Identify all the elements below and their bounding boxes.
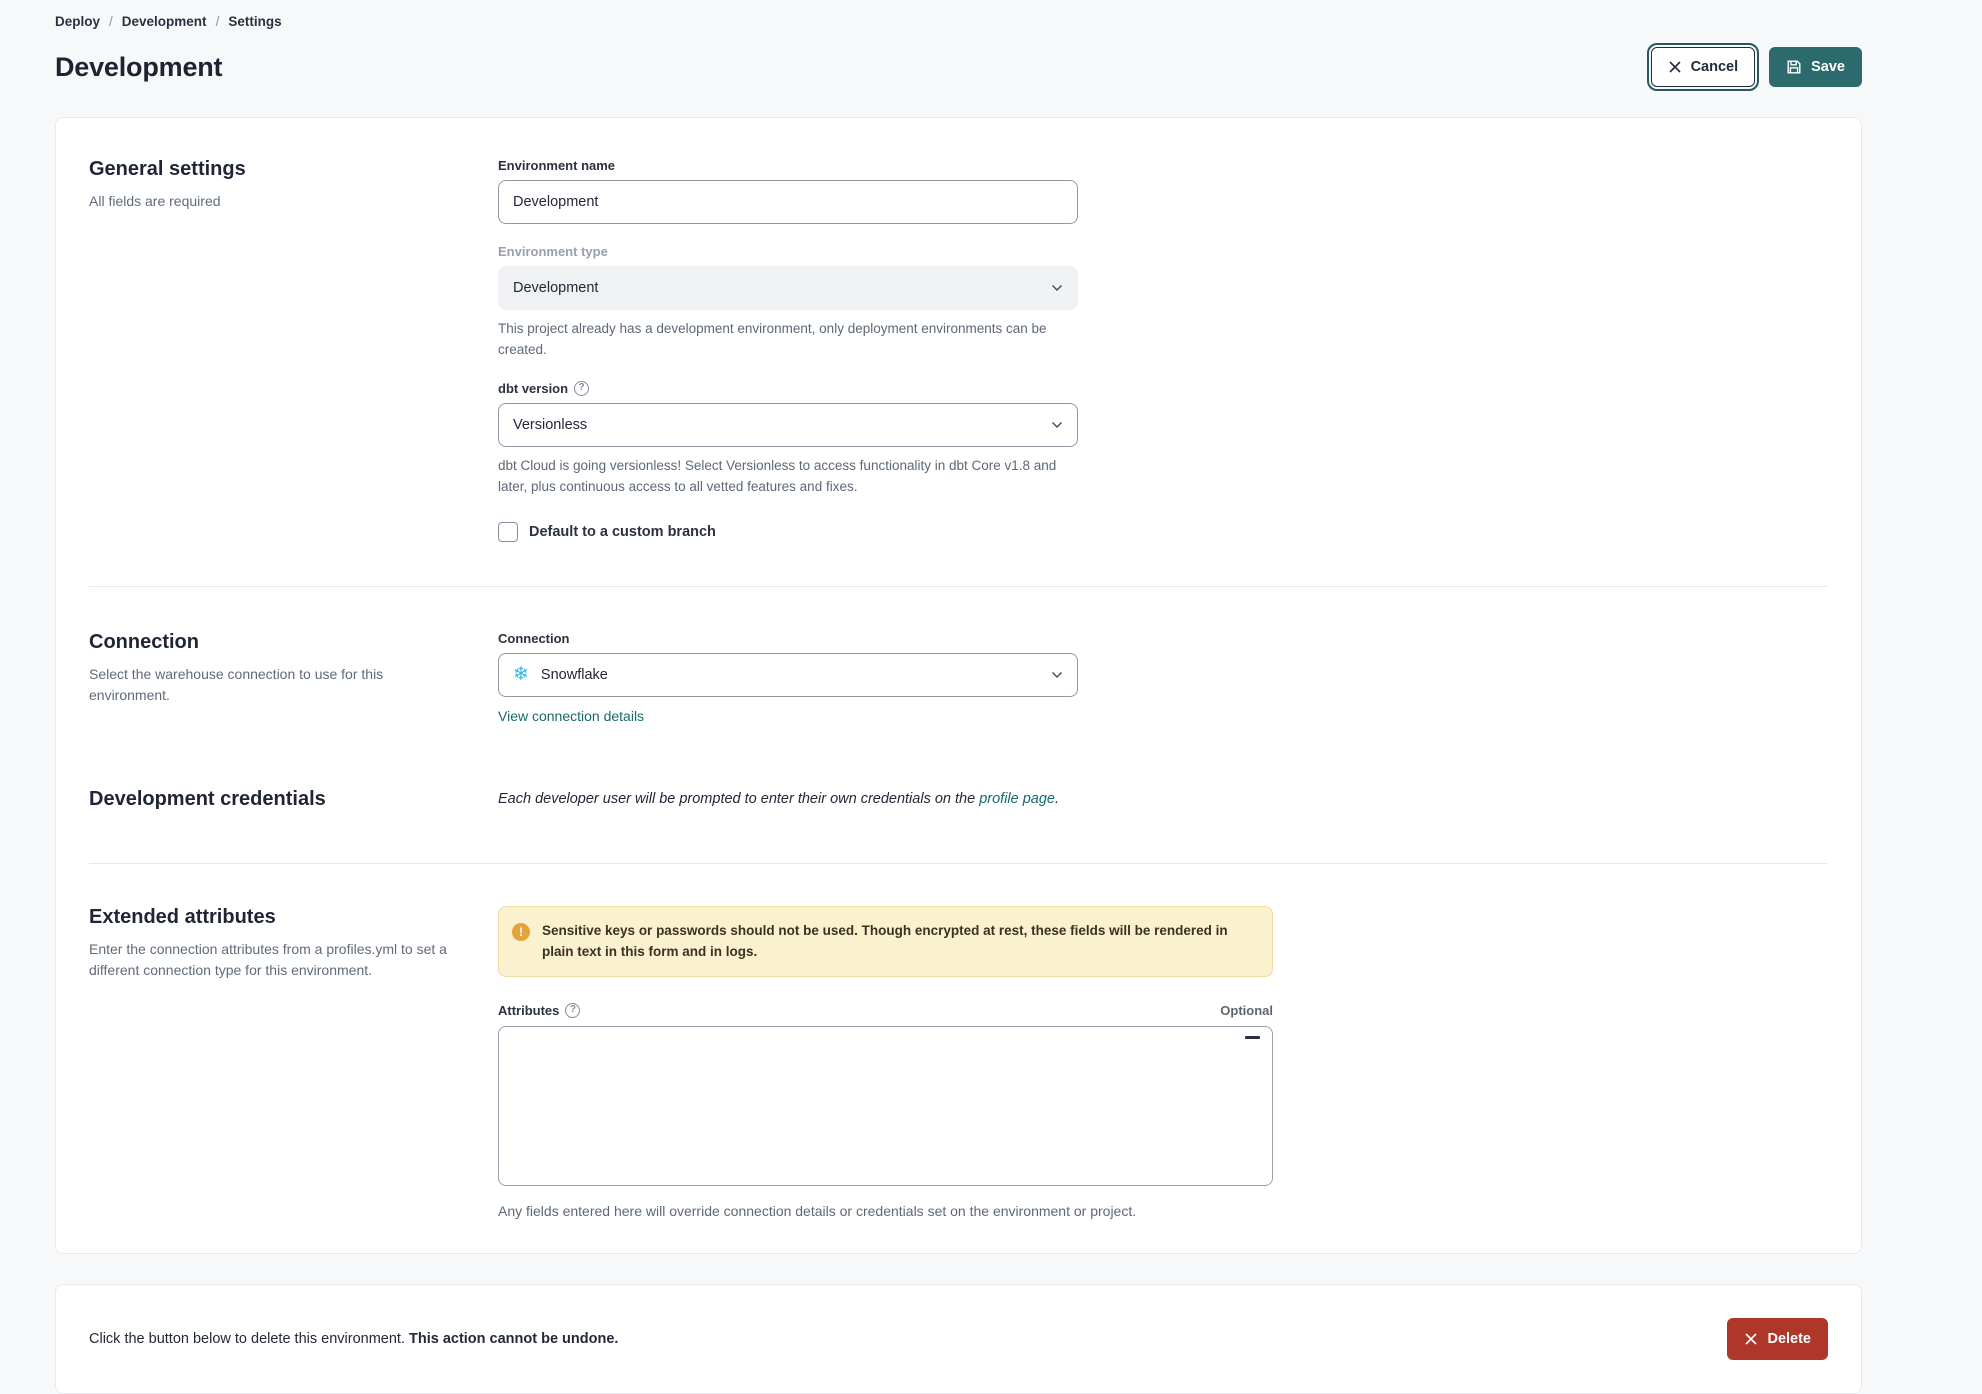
help-icon[interactable]: ? [565,1002,581,1018]
profile-page-link[interactable]: profile page [979,791,1055,807]
optional-badge: Optional [1220,1002,1273,1018]
delete-environment-card: Click the button below to delete this en… [55,1283,1862,1394]
view-connection-details-link[interactable]: View connection details [498,708,644,724]
environment-name-label: Environment name [498,158,616,173]
warning-icon: ! [512,922,530,941]
custom-branch-label: Default to a custom branch [529,523,716,540]
delete-button-label: Delete [1767,1330,1811,1347]
dbt-version-select[interactable]: Versionless [498,402,1078,447]
credentials-note-text: Each developer user will be prompted to … [498,790,980,807]
warning-text: Sensitive keys or passwords should not b… [542,922,1228,960]
breadcrumb: Deploy / Development / Settings [55,0,1862,29]
breadcrumb-development[interactable]: Development [122,14,207,29]
attributes-editor [498,1025,1273,1191]
general-settings-section: General settings All fields are required… [89,118,1828,586]
chevron-down-icon [1051,284,1063,292]
connection-label: Connection [498,630,570,646]
environment-type-help: This project already has a development e… [498,321,1047,357]
general-settings-subheading: All fields are required [89,193,221,209]
environment-settings-page: Deploy / Development / Settings Developm… [0,0,1982,1394]
breadcrumb-separator: / [215,14,220,29]
breadcrumb-separator: / [109,14,113,29]
chevron-down-icon [1051,421,1063,429]
connection-select[interactable]: ❄ Snowflake [498,652,1078,697]
page-header: Development Cancel Save [55,43,1862,91]
dbt-version-help: dbt Cloud is going versionless! Select V… [498,457,1057,494]
development-credentials-section: Development credentials Each developer u… [89,788,1828,863]
extended-attributes-subheading: Enter the connection attributes from a p… [89,940,447,978]
environment-type-select: Development [498,266,1078,310]
dbt-version-label-text: dbt version [498,380,569,396]
breadcrumb-settings: Settings [228,14,282,29]
custom-branch-checkbox[interactable] [498,521,518,542]
snowflake-icon: ❄ [513,663,529,686]
connection-heading: Connection [89,630,199,653]
extended-attributes-section: Extended attributes Enter the connection… [89,864,1828,1253]
close-icon [1668,60,1682,74]
credentials-note-period: . [1054,790,1060,807]
delete-text-normal: Click the button below to delete this en… [89,1330,409,1347]
credentials-note: Each developer user will be prompted to … [498,788,1828,807]
collapse-icon[interactable] [1245,1035,1260,1039]
page-title: Development [55,51,223,82]
development-credentials-heading: Development credentials [89,787,326,810]
attributes-label: Attributes ? [498,1002,581,1018]
cancel-button-label: Cancel [1690,59,1739,75]
cancel-button[interactable]: Cancel [1646,43,1760,91]
environment-name-input[interactable] [498,180,1078,224]
save-icon [1786,59,1802,75]
help-icon[interactable]: ? [574,380,590,396]
attributes-textarea[interactable] [498,1025,1273,1186]
delete-environment-text: Click the button below to delete this en… [89,1331,618,1347]
connection-section: Connection Select the warehouse connecti… [89,587,1828,788]
connection-subheading: Select the warehouse connection to use f… [89,665,384,703]
attributes-footer: Any fields entered here will override co… [498,1202,1137,1219]
save-button[interactable]: Save [1769,47,1862,87]
settings-card: General settings All fields are required… [55,117,1862,1254]
dbt-version-value: Versionless [513,416,588,433]
chevron-down-icon [1051,671,1063,679]
attributes-label-row: Attributes ? Optional [498,1002,1273,1018]
environment-type-value: Development [513,280,599,296]
delete-button[interactable]: Delete [1727,1317,1828,1360]
extended-attributes-heading: Extended attributes [89,905,276,928]
save-button-label: Save [1811,59,1845,75]
delete-text-bold: This action cannot be undone. [408,1330,619,1347]
breadcrumb-deploy[interactable]: Deploy [55,14,100,29]
attributes-label-text: Attributes [498,1002,560,1018]
general-settings-heading: General settings [89,158,246,180]
sensitive-keys-warning: ! Sensitive keys or passwords should not… [498,905,1273,977]
dbt-version-label: dbt version ? [498,380,1828,396]
header-actions: Cancel Save [1646,43,1862,91]
close-icon [1744,1332,1758,1346]
connection-value: Snowflake [540,666,608,683]
custom-branch-checkbox-row[interactable]: Default to a custom branch [498,521,1828,542]
environment-type-label: Environment type [498,244,608,259]
